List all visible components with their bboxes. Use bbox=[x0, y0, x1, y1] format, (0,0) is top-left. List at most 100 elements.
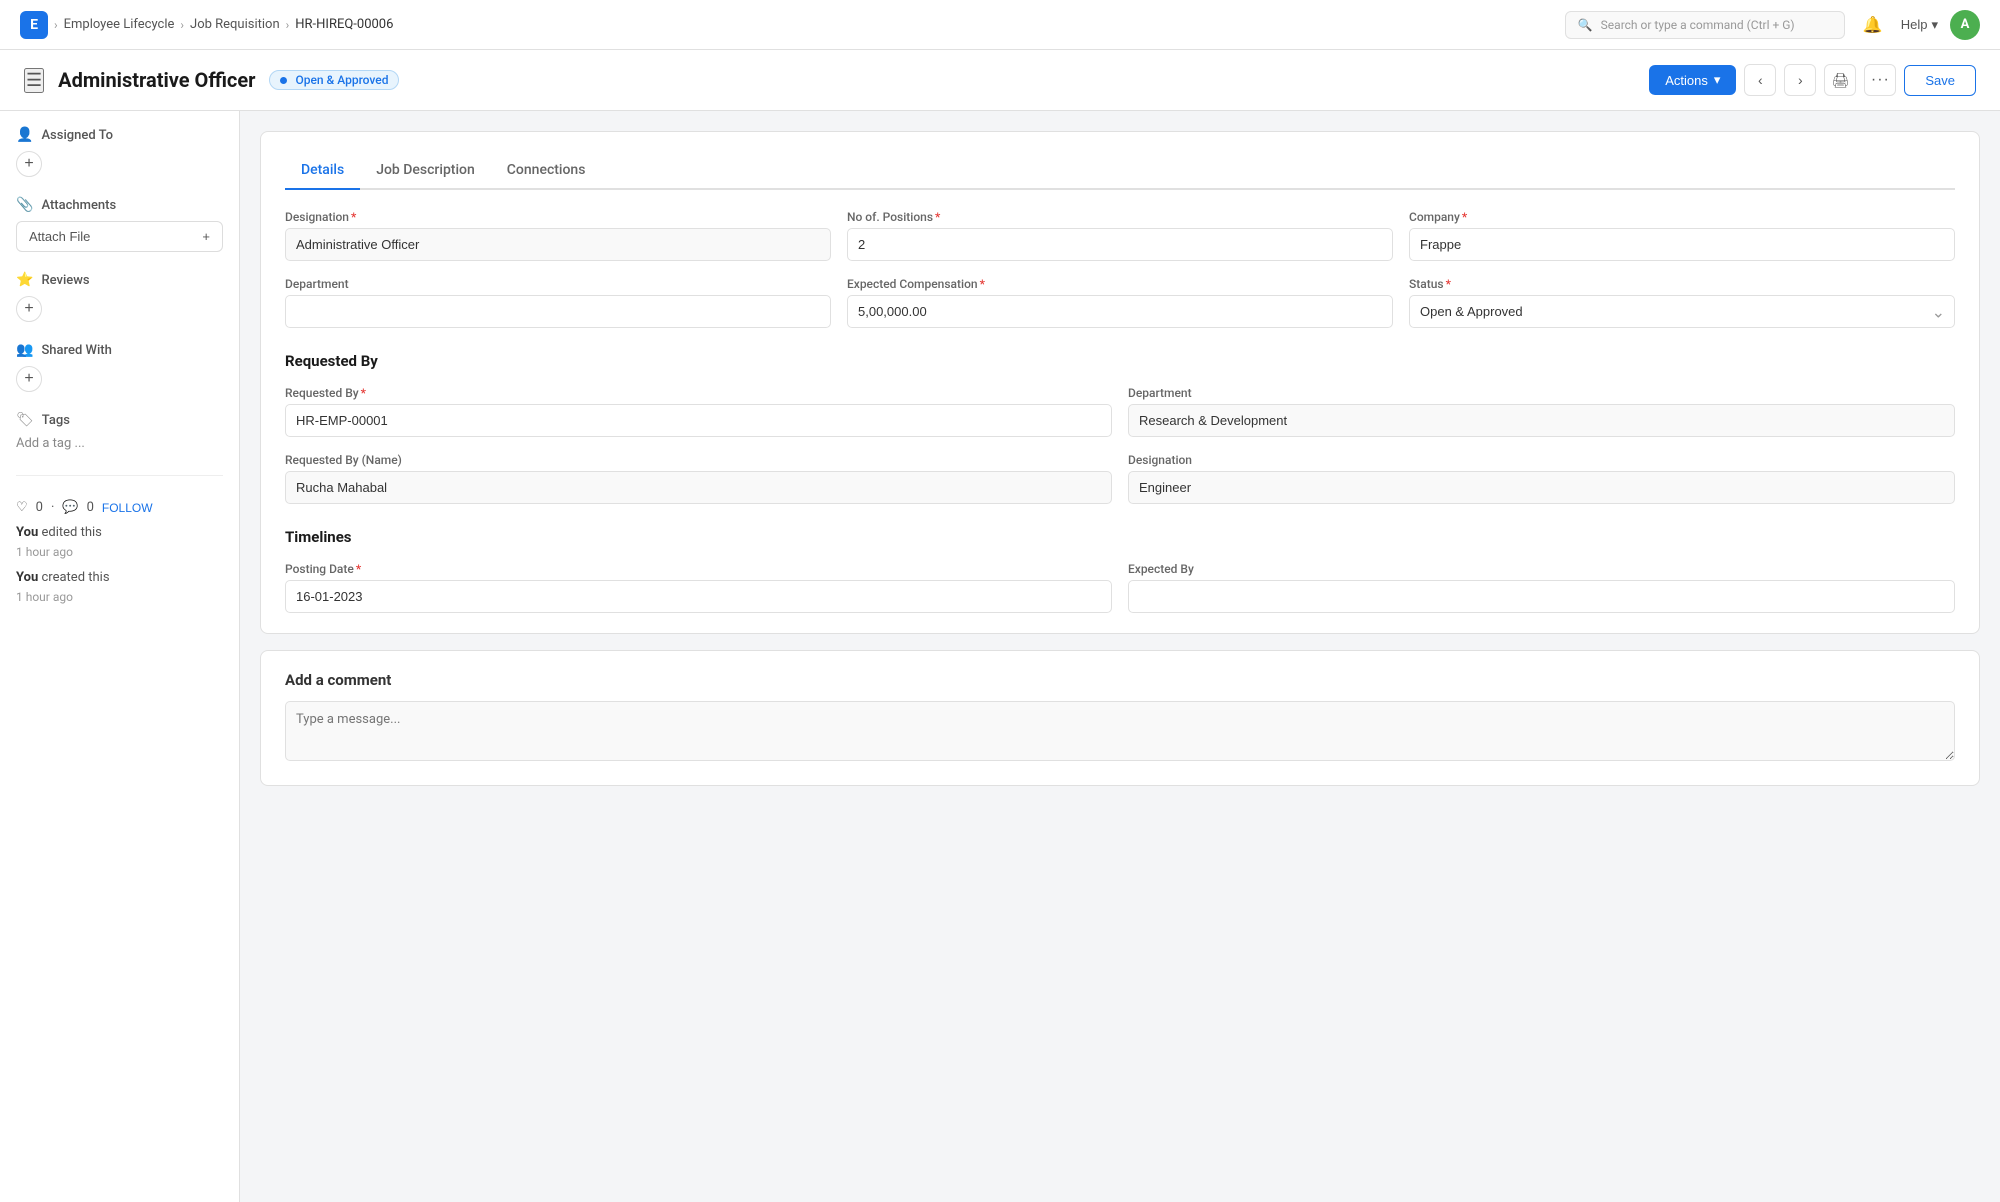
tab-connections[interactable]: Connections bbox=[491, 152, 602, 190]
reviews-add-button[interactable]: + bbox=[16, 296, 42, 322]
posting-date-input[interactable] bbox=[285, 580, 1112, 613]
avatar[interactable]: A bbox=[1950, 10, 1980, 40]
company-input[interactable] bbox=[1409, 228, 1955, 261]
add-tag-button[interactable]: Add a tag ... bbox=[16, 436, 223, 451]
attach-file-button[interactable]: Attach File + bbox=[16, 221, 223, 252]
req-designation-input[interactable] bbox=[1128, 471, 1955, 504]
activity-item-0: You edited this 1 hour ago bbox=[16, 523, 223, 562]
dot-sep: · bbox=[51, 500, 54, 515]
designation-field: Designation* bbox=[285, 210, 831, 261]
help-label: Help bbox=[1901, 17, 1928, 32]
req-by-name-input[interactable] bbox=[285, 471, 1112, 504]
activity-item-1: You created this 1 hour ago bbox=[16, 568, 223, 607]
req-by-label: Requested By* bbox=[285, 386, 1112, 400]
tags-header: 🏷 Tags bbox=[16, 412, 223, 428]
likes-count: 0 bbox=[36, 500, 43, 515]
designation-input[interactable] bbox=[285, 228, 831, 261]
attachments-icon: 📎 bbox=[16, 197, 33, 213]
comment-section: Add a comment bbox=[260, 650, 1980, 786]
tab-details[interactable]: Details bbox=[285, 152, 360, 190]
department-input[interactable] bbox=[285, 295, 831, 328]
notifications-button[interactable]: 🔔 bbox=[1857, 9, 1889, 41]
no-positions-input[interactable] bbox=[847, 228, 1393, 261]
req-designation-label: Designation bbox=[1128, 453, 1955, 467]
comment-icon: 💬 bbox=[62, 500, 78, 515]
search-placeholder: Search or type a command (Ctrl + G) bbox=[1601, 18, 1795, 32]
attach-file-plus-icon: + bbox=[202, 229, 210, 244]
sep-3: › bbox=[286, 18, 290, 32]
shared-with-label: Shared With bbox=[41, 343, 111, 358]
posting-date-field: Posting Date* bbox=[285, 562, 1112, 613]
activity-time-1: 1 hour ago bbox=[16, 590, 73, 604]
prev-button[interactable]: ‹ bbox=[1744, 64, 1776, 96]
nav-left: E › Employee Lifecycle › Job Requisition… bbox=[20, 11, 393, 39]
timelines-row: Posting Date* Expected By bbox=[285, 562, 1955, 613]
posting-date-label: Posting Date* bbox=[285, 562, 1112, 576]
expected-by-field: Expected By bbox=[1128, 562, 1955, 613]
expected-comp-input[interactable] bbox=[847, 295, 1393, 328]
form-row-2: Department Expected Compensation* Status… bbox=[285, 277, 1955, 328]
req-by-input[interactable] bbox=[285, 404, 1112, 437]
app-icon: E bbox=[20, 11, 48, 39]
reviews-header: ⭐ Reviews bbox=[16, 272, 223, 288]
status-select-wrapper: Open Open & Approved Closed bbox=[1409, 295, 1955, 328]
page-header-left: ☰ Administrative Officer Open & Approved bbox=[24, 68, 399, 93]
requested-by-row-2: Requested By (Name) Designation bbox=[285, 453, 1955, 504]
attachments-label: Attachments bbox=[41, 198, 116, 213]
page-header: ☰ Administrative Officer Open & Approved… bbox=[0, 50, 2000, 111]
requested-by-title: Requested By bbox=[285, 352, 1955, 370]
sidebar: 👤 Assigned To + 📎 Attachments Attach Fil… bbox=[0, 111, 240, 1202]
status-dot-icon bbox=[280, 77, 287, 84]
req-dept-input[interactable] bbox=[1128, 404, 1955, 437]
actions-button[interactable]: Actions ▾ bbox=[1649, 65, 1736, 95]
search-bar[interactable]: 🔍 Search or type a command (Ctrl + G) bbox=[1565, 11, 1845, 39]
page-header-right: Actions ▾ ‹ › 🖨 ··· Save bbox=[1649, 64, 1976, 96]
help-button[interactable]: Help ▾ bbox=[1901, 17, 1938, 33]
req-by-name-field: Requested By (Name) bbox=[285, 453, 1112, 504]
activity-section: ♡ 0 · 💬 0 FOLLOW You edited this 1 hour … bbox=[16, 500, 223, 613]
shared-with-header: 👥 Shared With bbox=[16, 342, 223, 358]
status-select[interactable]: Open Open & Approved Closed bbox=[1409, 295, 1955, 328]
expected-comp-label: Expected Compensation* bbox=[847, 277, 1393, 291]
save-button[interactable]: Save bbox=[1904, 65, 1976, 96]
tags-label: Tags bbox=[42, 413, 70, 428]
department-field: Department bbox=[285, 277, 831, 328]
req-dept-label: Department bbox=[1128, 386, 1955, 400]
breadcrumb-current: HR-HIREQ-00006 bbox=[295, 17, 393, 32]
tab-job-description[interactable]: Job Description bbox=[360, 152, 491, 190]
assigned-to-add-button[interactable]: + bbox=[16, 151, 42, 177]
actions-label: Actions bbox=[1665, 73, 1708, 88]
top-nav: E › Employee Lifecycle › Job Requisition… bbox=[0, 0, 2000, 50]
reviews-icon: ⭐ bbox=[16, 272, 33, 288]
activity-stats: ♡ 0 · 💬 0 FOLLOW bbox=[16, 500, 223, 515]
attachments-header: 📎 Attachments bbox=[16, 197, 223, 213]
page-title: Administrative Officer bbox=[58, 68, 255, 92]
company-field: Company* bbox=[1409, 210, 1955, 261]
sep-2: › bbox=[180, 18, 184, 32]
department-label: Department bbox=[285, 277, 831, 291]
expected-by-input[interactable] bbox=[1128, 580, 1955, 613]
more-options-button[interactable]: ··· bbox=[1864, 64, 1896, 96]
expected-comp-field: Expected Compensation* bbox=[847, 277, 1393, 328]
status-badge-text: Open & Approved bbox=[295, 73, 388, 87]
assigned-to-label: Assigned To bbox=[41, 128, 113, 143]
comment-input[interactable] bbox=[285, 701, 1955, 761]
follow-button[interactable]: FOLLOW bbox=[102, 501, 153, 515]
breadcrumb-employee-lifecycle[interactable]: Employee Lifecycle bbox=[64, 17, 175, 32]
comments-count: 0 bbox=[87, 500, 94, 515]
sidebar-reviews-section: ⭐ Reviews + bbox=[16, 272, 223, 322]
form-row-1: Designation* No of. Positions* Company* bbox=[285, 210, 1955, 261]
breadcrumb-job-requisition[interactable]: Job Requisition bbox=[190, 17, 280, 32]
next-button[interactable]: › bbox=[1784, 64, 1816, 96]
content-area: Details Job Description Connections Desi… bbox=[240, 111, 2000, 1202]
activity-time-0: 1 hour ago bbox=[16, 545, 73, 559]
timelines-title: Timelines bbox=[285, 528, 1955, 546]
hamburger-button[interactable]: ☰ bbox=[24, 68, 44, 93]
shared-with-add-button[interactable]: + bbox=[16, 366, 42, 392]
activity-actor-0: You bbox=[16, 525, 38, 540]
reviews-label: Reviews bbox=[41, 273, 89, 288]
print-button[interactable]: 🖨 bbox=[1824, 64, 1856, 96]
shared-with-icon: 👥 bbox=[16, 342, 33, 358]
assigned-to-header: 👤 Assigned To bbox=[16, 127, 223, 143]
req-by-field: Requested By* bbox=[285, 386, 1112, 437]
